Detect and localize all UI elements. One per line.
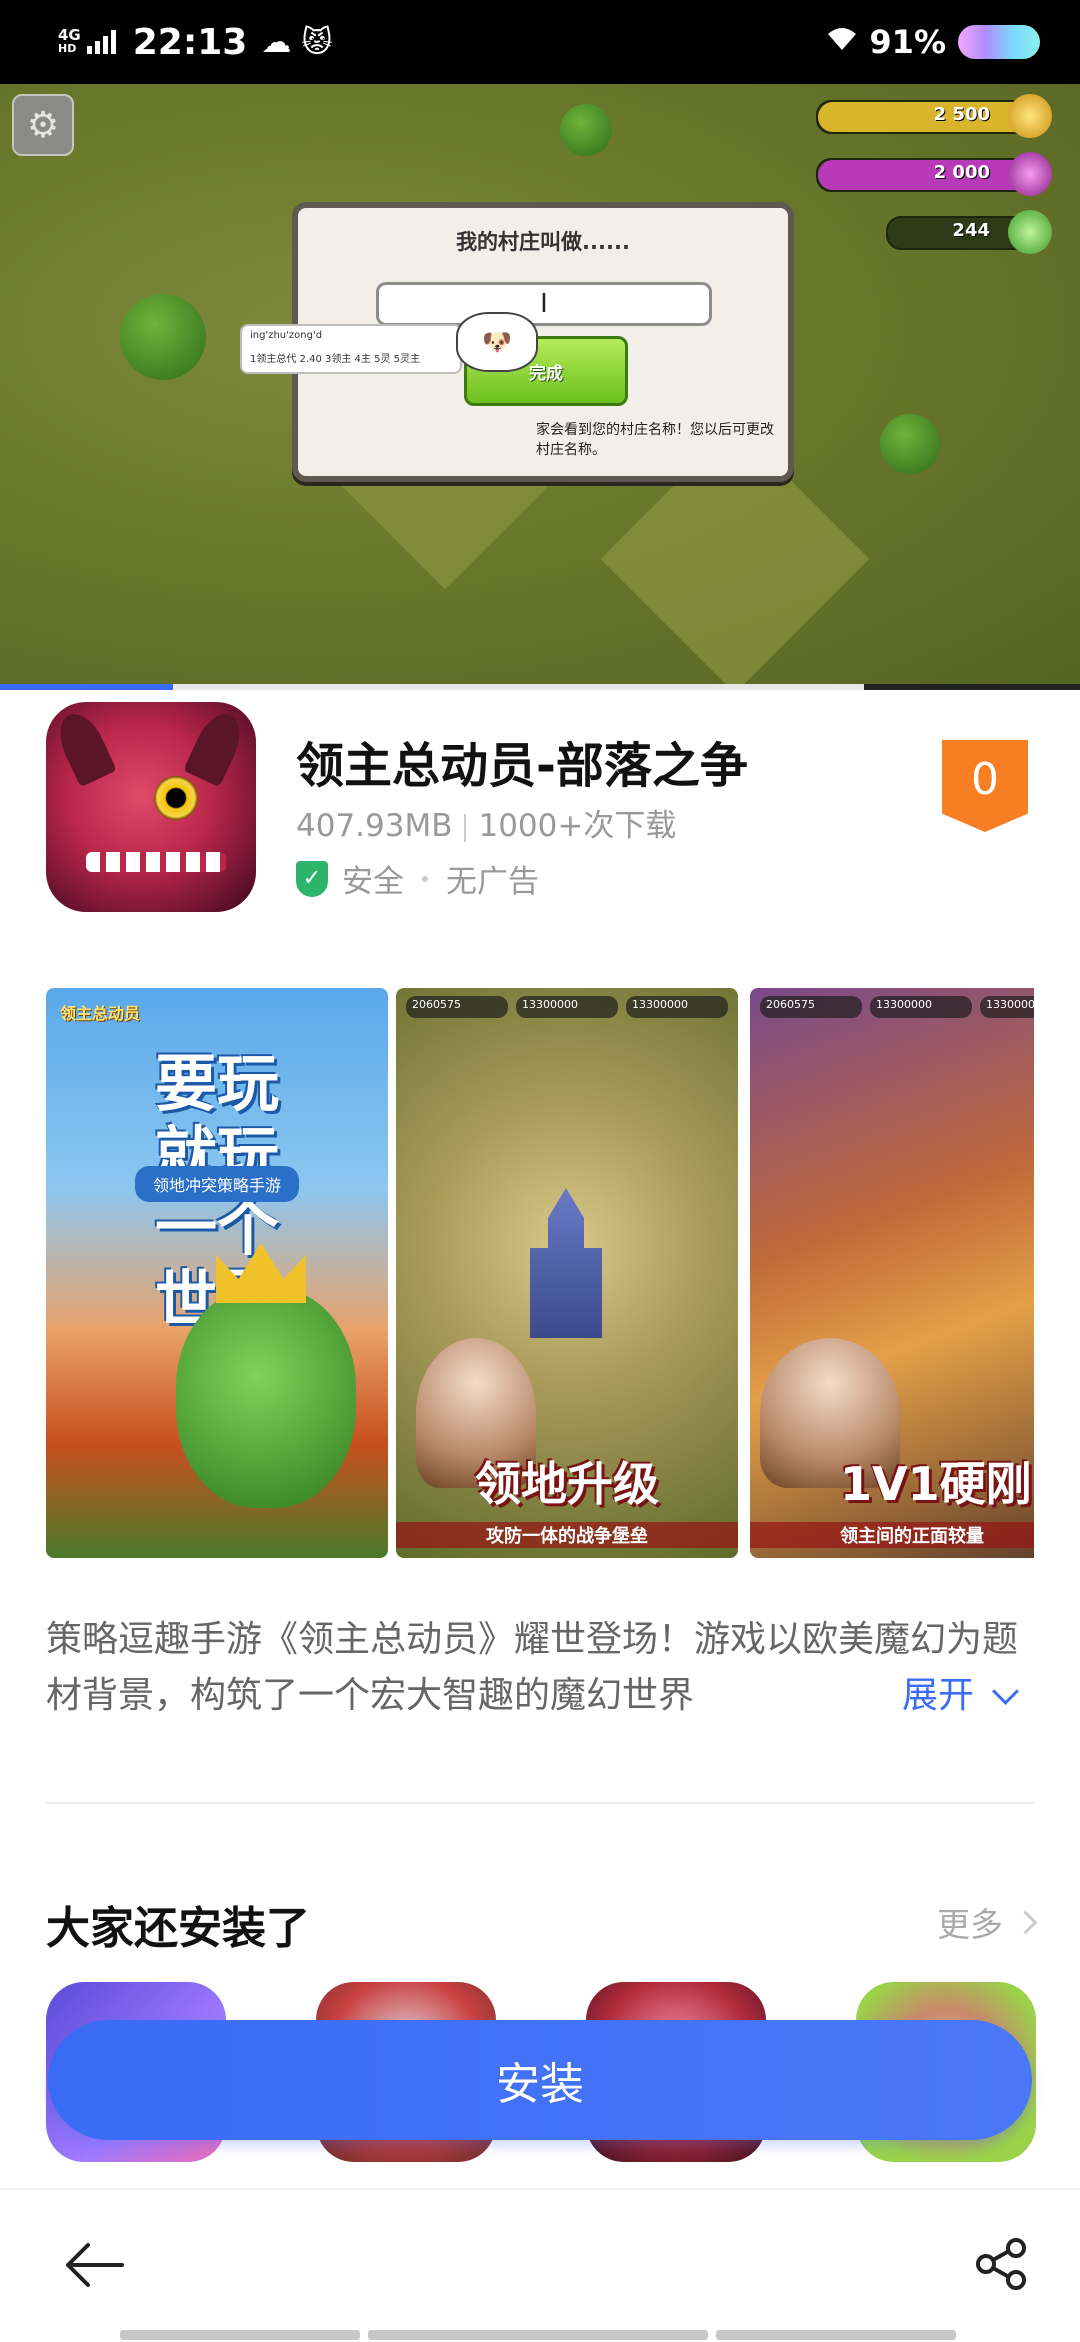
- ime-mascot-icon: 🐶: [456, 312, 538, 372]
- gold-fill: [818, 102, 1038, 132]
- app-title: 领主总动员-部落之争: [296, 738, 748, 794]
- screenshot-2[interactable]: 2060575 13300000 13300000 领地升级 攻防一体的战争堡垒: [396, 988, 738, 1558]
- expand-button[interactable]: 展开: [872, 1668, 1019, 1724]
- app-meta: 407.93MB 1000+次下载: [296, 800, 676, 845]
- section-divider: [46, 1802, 1034, 1804]
- screenshot-subcaption: 攻防一体的战争堡垒: [396, 1522, 738, 1548]
- expand-label: 展开: [902, 1675, 975, 1716]
- no-ads-label: 无广告: [446, 864, 539, 900]
- screenshot-caption: 1V1硬刚: [840, 1457, 1032, 1511]
- bottom-bar: [0, 2188, 1080, 2342]
- game-hud: 2060575 13300000 13300000: [406, 996, 728, 1018]
- game-hud: 2060575 13300000 13300000: [760, 996, 1034, 1018]
- rank-badge[interactable]: 0: [942, 740, 1028, 832]
- tree-icon: [880, 414, 940, 474]
- home-indicator: [120, 2330, 960, 2340]
- gem-icon: [1008, 210, 1052, 254]
- dot-separator: [422, 875, 428, 882]
- more-link[interactable]: 更多: [937, 1898, 1038, 1946]
- ime-candidates[interactable]: 1领主总代 2.40 3领主 4主 5灵 5灵主: [250, 350, 420, 365]
- media-buffer-bar: [172, 684, 864, 690]
- cloud-icon: ☁: [261, 24, 292, 60]
- gold-value: 2 500: [933, 104, 990, 125]
- media-progress-track[interactable]: [0, 684, 1080, 690]
- elixir-drop-icon: [1008, 152, 1052, 196]
- monster-eye: [154, 776, 198, 820]
- ogre-character: [176, 1288, 356, 1508]
- screenshot-subtitle: 领地冲突策略手游: [134, 1166, 300, 1202]
- hud-value: 2060575: [406, 996, 508, 1018]
- dialog-title: 我的村庄叫做......: [456, 230, 630, 254]
- screenshot-subcaption: 领主间的正面较量: [750, 1522, 1034, 1548]
- more-label: 更多: [937, 1905, 1003, 1944]
- wifi-icon: [825, 24, 859, 60]
- chevron-down-icon: [992, 1677, 1019, 1705]
- screenshot-caption: 领地升级: [475, 1457, 659, 1511]
- settings-gear-icon[interactable]: ⚙: [12, 94, 74, 156]
- castle-icon: [530, 1188, 602, 1338]
- elixir-fill: [818, 160, 1038, 190]
- also-installed-title: 大家还安装了: [46, 1903, 310, 1954]
- app-downloads: 1000+次下载: [478, 808, 677, 844]
- network-type: 4G: [58, 26, 81, 44]
- monster-teeth: [86, 852, 226, 872]
- hud-value: 13300000: [870, 996, 972, 1018]
- screenshot-carousel[interactable]: 领主总动员 要玩就玩 一个世界 领地冲突策略手游 2060575 1330000…: [46, 988, 1034, 1558]
- shield-check-icon: ✓: [296, 860, 328, 897]
- gem-bar: 244: [886, 210, 1052, 254]
- app-safety: ✓ 安全 无广告: [296, 856, 539, 901]
- battery-icon: [958, 25, 1040, 59]
- status-right: 91%: [825, 18, 1040, 66]
- app-icon: [46, 702, 256, 912]
- network-sub: HD: [58, 42, 77, 55]
- battery-percent: 91%: [869, 23, 946, 61]
- tree-icon: [560, 104, 612, 156]
- share-icon[interactable]: [974, 2236, 1030, 2292]
- status-left: 4G HD 22:13 ☁ 😾: [58, 18, 343, 66]
- screenshot-1[interactable]: 领主总动员 要玩就玩 一个世界 领地冲突策略手游: [46, 988, 388, 1558]
- hud-value: 13300000: [980, 996, 1034, 1018]
- ime-pinyin: ing'zhu'zong'd: [250, 330, 323, 341]
- screenshot-3[interactable]: 2060575 13300000 13300000 1V1硬刚 领主间的正面较量: [750, 988, 1034, 1558]
- safe-label: 安全: [342, 864, 404, 900]
- tree-icon: [120, 294, 206, 380]
- network-indicator: 4G HD: [58, 28, 81, 56]
- gem-value: 244: [952, 220, 990, 241]
- dialog-note: 家会看到您的村庄名称！您以后可更改村庄名称。: [536, 422, 774, 458]
- village-name-input[interactable]: I: [376, 282, 712, 326]
- ime-candidate-bar[interactable]: ing'zhu'zong'd 1领主总代 2.40 3领主 4主 5灵 5灵主: [240, 324, 462, 374]
- horn: [183, 706, 249, 788]
- meta-divider: [464, 813, 467, 842]
- back-arrow-icon[interactable]: [62, 2240, 126, 2290]
- app-size: 407.93MB: [296, 808, 453, 844]
- elixir-bar: 2 000: [816, 152, 1052, 196]
- hud-value: 13300000: [516, 996, 618, 1018]
- gold-coin-icon: [1008, 94, 1052, 138]
- status-bar: 4G HD 22:13 ☁ 😾 91%: [0, 0, 1080, 84]
- gold-bar: 2 500: [816, 94, 1052, 138]
- media-progress-bar: [0, 684, 173, 690]
- media-preview[interactable]: ⚙ 2 500 2 000 244 我的村庄叫做...... I 完成 家会看到…: [0, 84, 1080, 690]
- hud-value: 13300000: [626, 996, 728, 1018]
- hud-value: 2060575: [760, 996, 862, 1018]
- horn: [51, 706, 117, 788]
- chevron-right-icon: [1013, 1909, 1038, 1935]
- install-button[interactable]: 安装: [48, 2020, 1032, 2140]
- clock: 22:13: [132, 21, 248, 63]
- signal-icon: [86, 30, 119, 54]
- game-logo: 领主总动员: [60, 1004, 141, 1023]
- cat-face-icon: 😾: [301, 24, 333, 60]
- elixir-value: 2 000: [933, 162, 990, 183]
